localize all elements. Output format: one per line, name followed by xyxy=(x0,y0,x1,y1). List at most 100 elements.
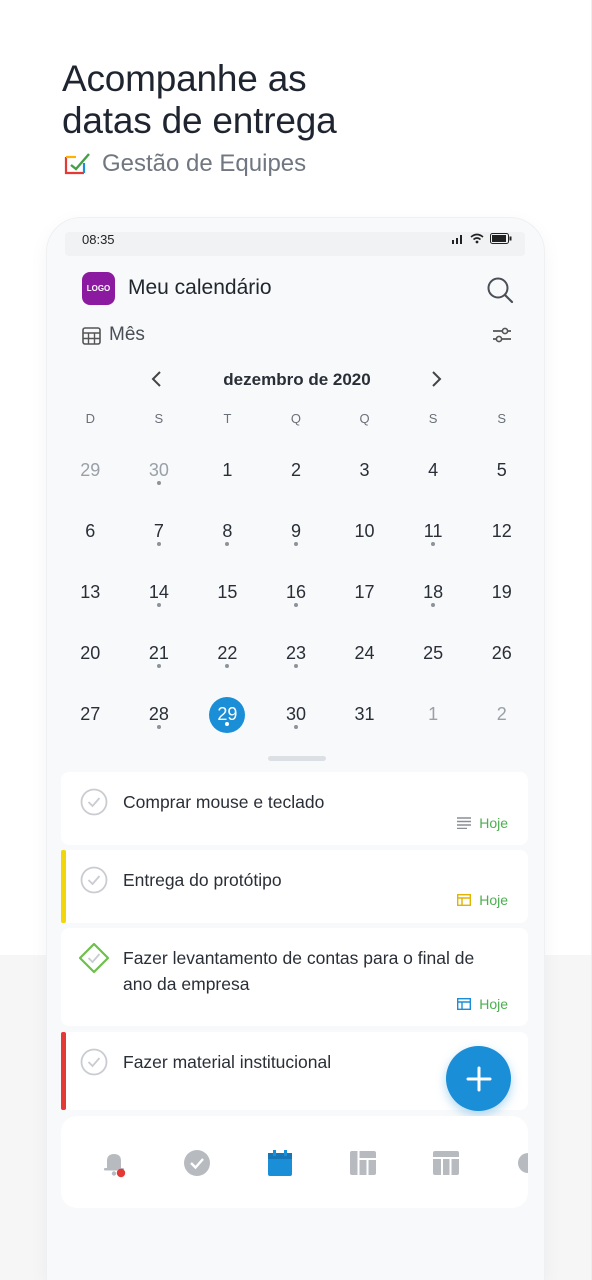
task-title: Entrega do protótipo xyxy=(123,870,282,890)
calendar-day[interactable]: 25 xyxy=(399,623,468,684)
day-number: 26 xyxy=(491,643,512,663)
day-number: 2 xyxy=(496,704,507,724)
calendar-day[interactable]: 22 xyxy=(193,623,262,684)
day-number: 19 xyxy=(491,582,512,602)
day-number: 5 xyxy=(496,460,507,480)
check-circle-icon[interactable] xyxy=(80,788,108,816)
check-circle-icon[interactable] xyxy=(182,1148,212,1178)
calendar-day[interactable]: 15 xyxy=(193,562,262,623)
search-icon[interactable] xyxy=(486,276,514,304)
drag-handle[interactable] xyxy=(268,756,326,761)
calendar-day[interactable]: 6 xyxy=(56,501,125,562)
weekday-label: S xyxy=(497,411,507,426)
day-number: 27 xyxy=(80,704,101,724)
calendar-day[interactable]: 27 xyxy=(56,684,125,745)
headline-line-2: datas de entrega xyxy=(62,100,337,141)
weekday-label: Q xyxy=(359,411,370,426)
day-number: 4 xyxy=(428,460,439,480)
event-dot xyxy=(225,664,230,668)
calendar-day[interactable]: 24 xyxy=(330,623,399,684)
calendar-day[interactable]: 31 xyxy=(330,684,399,745)
check-diamond-icon[interactable] xyxy=(78,942,110,974)
board-icon xyxy=(457,998,472,1010)
day-number: 13 xyxy=(80,582,101,602)
calendar-day[interactable]: 14 xyxy=(125,562,194,623)
chevron-right-icon[interactable] xyxy=(425,368,447,390)
day-number: 1 xyxy=(222,460,233,480)
calendar-day[interactable]: 20 xyxy=(56,623,125,684)
calendar-day[interactable]: 30 xyxy=(262,684,331,745)
calendar-day[interactable]: 2 xyxy=(262,440,331,501)
weekday-label: D xyxy=(85,411,95,426)
calendar-day[interactable]: 9 xyxy=(262,501,331,562)
calendar-day[interactable]: 26 xyxy=(467,623,536,684)
day-number: 15 xyxy=(217,582,238,602)
calendar-day[interactable]: 23 xyxy=(262,623,331,684)
task-card[interactable]: Entrega do protótipo Hoje xyxy=(61,850,528,923)
weekday-label: Q xyxy=(290,411,302,426)
calendar-day[interactable]: 1 xyxy=(193,440,262,501)
calendar-day[interactable]: 19 xyxy=(467,562,536,623)
calendar-day[interactable]: 30 xyxy=(125,440,194,501)
calendar-day[interactable]: 16 xyxy=(262,562,331,623)
checkbox-brand-icon xyxy=(64,153,90,175)
day-number: 2 xyxy=(290,460,301,480)
bell-icon[interactable] xyxy=(99,1148,129,1178)
calendar-day[interactable]: 21 xyxy=(125,623,194,684)
view-mode-label: Mês xyxy=(109,324,145,345)
brand: Gestão de Equipes xyxy=(62,150,306,178)
check-circle-icon[interactable] xyxy=(80,1048,108,1076)
table-icon[interactable] xyxy=(431,1148,461,1178)
calendar-day[interactable]: 8 xyxy=(193,501,262,562)
event-dot xyxy=(293,725,298,729)
event-dot xyxy=(156,725,161,729)
calendar-day[interactable]: 3 xyxy=(330,440,399,501)
check-circle-icon[interactable] xyxy=(80,866,108,894)
add-task-button[interactable] xyxy=(446,1046,511,1111)
calendar-day[interactable]: 10 xyxy=(330,501,399,562)
priority-bar xyxy=(61,1032,66,1110)
calendar-day[interactable]: 2 xyxy=(467,684,536,745)
calendar-day[interactable]: 4 xyxy=(399,440,468,501)
view-mode-selector[interactable]: Mês xyxy=(82,324,145,346)
chart-icon[interactable] xyxy=(514,1148,528,1178)
status-icons xyxy=(452,233,512,244)
calendar-day[interactable]: 28 xyxy=(125,684,194,745)
calendar-icon[interactable] xyxy=(265,1148,295,1178)
day-number: 16 xyxy=(285,582,306,602)
calendar-day-selected[interactable]: 29 xyxy=(193,684,262,745)
day-number: 1 xyxy=(428,704,439,724)
brand-name: Gestão de Equipes xyxy=(102,150,307,177)
chevron-left-icon[interactable] xyxy=(146,368,168,390)
day-number: 20 xyxy=(80,643,101,663)
event-dot xyxy=(431,603,436,607)
task-title: Comprar mouse e teclado xyxy=(123,792,325,812)
calendar-day[interactable]: 1 xyxy=(399,684,468,745)
day-number: 24 xyxy=(354,643,375,663)
calendar-day[interactable]: 13 xyxy=(56,562,125,623)
day-number: 28 xyxy=(148,704,169,724)
day-number: 25 xyxy=(423,643,444,663)
task-due: Hoje xyxy=(457,815,508,831)
task-due-label: Hoje xyxy=(479,815,508,831)
task-title: Fazer levantamento de contas para o fina… xyxy=(123,948,475,994)
task-card[interactable]: Comprar mouse e teclado Hoje xyxy=(61,772,528,845)
task-card[interactable]: Fazer levantamento de contas para o fina… xyxy=(61,928,528,1026)
app-logo[interactable]: LOGO xyxy=(82,272,115,305)
calendar-day[interactable]: 7 xyxy=(125,501,194,562)
day-number: 21 xyxy=(148,643,169,663)
task-due: Hoje xyxy=(457,892,508,908)
filter-icon[interactable] xyxy=(491,324,513,346)
calendar-day[interactable]: 17 xyxy=(330,562,399,623)
calendar-day[interactable]: 29 xyxy=(56,440,125,501)
calendar-day[interactable]: 11 xyxy=(399,501,468,562)
page-headline: Acompanhe as datas de entrega xyxy=(62,58,337,142)
weekday-header: D S T Q Q S S xyxy=(56,411,536,426)
weekday-label: S xyxy=(428,411,438,426)
calendar-day[interactable]: 5 xyxy=(467,440,536,501)
kanban-icon[interactable] xyxy=(348,1148,378,1178)
calendar-day[interactable]: 12 xyxy=(467,501,536,562)
calendar-day[interactable]: 18 xyxy=(399,562,468,623)
calendar-grid: 29 30 1 2 3 4 5 6 7 8 9 10 11 12 13 14 15 16 17 18 19 20 21 22 2… xyxy=(56,440,536,745)
board-icon xyxy=(457,894,472,906)
